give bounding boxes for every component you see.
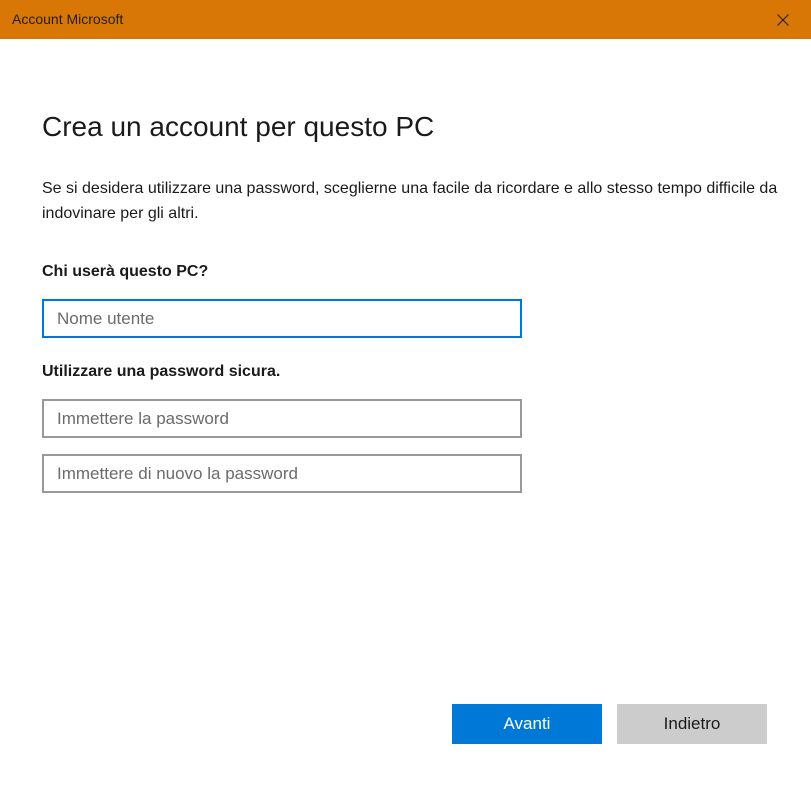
close-icon xyxy=(777,13,789,26)
close-button[interactable] xyxy=(755,0,811,39)
page-title: Crea un account per questo PC xyxy=(42,111,435,142)
description-text: Se si desidera utilizzare una password, … xyxy=(42,180,778,222)
username-input[interactable] xyxy=(42,299,522,338)
title-bar: Account Microsoft xyxy=(0,0,811,39)
password-input[interactable] xyxy=(42,399,522,438)
dialog-window: Account Microsoft Crea un account per qu… xyxy=(0,0,811,787)
user-label: Chi userà questo PC? xyxy=(42,263,209,280)
password-confirm-input[interactable] xyxy=(42,454,522,493)
back-button[interactable]: Indietro xyxy=(617,704,767,744)
password-label: Utilizzare una password sicura. xyxy=(42,363,281,380)
next-button[interactable]: Avanti xyxy=(452,704,602,744)
window-title: Account Microsoft xyxy=(12,11,124,27)
